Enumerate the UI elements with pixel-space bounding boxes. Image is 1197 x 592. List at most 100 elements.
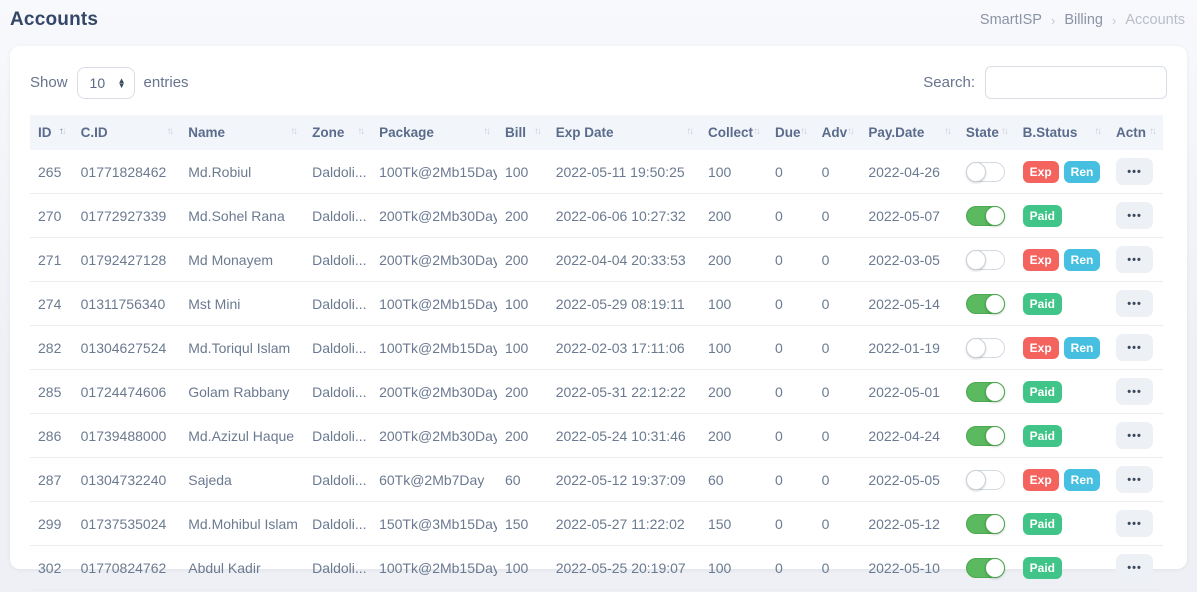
col-header-bstatus[interactable]: B.Status↑↓ [1015,115,1108,150]
cell-name: Md.Sohel Rana [180,194,304,238]
row-actions-button[interactable]: ••• [1116,422,1153,449]
cell-package: 200Tk@2Mb30Day [371,238,497,282]
status-badge: Exp [1023,469,1059,491]
cell-id: 302 [30,546,73,590]
cell-cid: 01304627524 [73,326,181,370]
table-toolbar: Show 10 ▲▼ entries Search: [30,66,1167,99]
col-header-cid[interactable]: C.ID↑↓ [73,115,181,150]
cell-pay-date: 2022-05-07 [860,194,957,238]
cell-due: 0 [767,458,814,502]
col-header-due[interactable]: Due↑↓ [767,115,814,150]
cell-id: 286 [30,414,73,458]
breadcrumb-smartisp[interactable]: SmartISP [980,12,1042,28]
row-actions-button[interactable]: ••• [1116,378,1153,405]
col-header-state[interactable]: State↑↓ [958,115,1015,150]
state-toggle[interactable] [966,206,1005,226]
cell-name: Mst Mini [180,282,304,326]
row-actions-button[interactable]: ••• [1116,158,1153,185]
col-header-package[interactable]: Package↑↓ [371,115,497,150]
state-toggle[interactable] [966,426,1005,446]
cell-collect: 200 [700,194,767,238]
cell-due: 0 [767,502,814,546]
renew-badge[interactable]: Ren [1064,337,1101,359]
renew-badge[interactable]: Ren [1064,161,1101,183]
state-toggle[interactable] [966,294,1005,314]
cell-adv: 0 [814,326,861,370]
cell-collect: 200 [700,238,767,282]
breadcrumb-billing[interactable]: Billing [1064,12,1103,28]
top-bar: Accounts SmartISP › Billing › Accounts [0,0,1197,31]
cell-bill: 200 [497,238,548,282]
col-header-exp-date[interactable]: Exp Date↑↓ [548,115,700,150]
cell-due: 0 [767,194,814,238]
toggle-knob [985,514,1005,534]
cell-exp-date: 2022-04-04 20:33:53 [548,238,700,282]
table-row: 299 01737535024 Md.Mohibul Islam Daldoli… [30,502,1163,546]
cell-zone: Daldoli... [304,282,371,326]
col-header-pay-date[interactable]: Pay.Date↑↓ [860,115,957,150]
cell-due: 0 [767,326,814,370]
cell-package: 200Tk@2Mb30Day [371,194,497,238]
cell-package: 200Tk@2Mb30Day [371,370,497,414]
cell-exp-date: 2022-05-29 08:19:11 [548,282,700,326]
cell-zone: Daldoli... [304,414,371,458]
toggle-knob [966,470,986,490]
col-header-name[interactable]: Name↑↓ [180,115,304,150]
search-input[interactable] [985,66,1167,99]
cell-package: 100Tk@2Mb15Day [371,546,497,590]
state-toggle[interactable] [966,162,1005,182]
toggle-knob [985,206,1005,226]
cell-id: 299 [30,502,73,546]
cell-adv: 0 [814,194,861,238]
col-header-id[interactable]: ID↑↓ [30,115,73,150]
page-size-select[interactable]: 10 ▲▼ [77,67,135,99]
cell-cid: 01739488000 [73,414,181,458]
cell-pay-date: 2022-05-10 [860,546,957,590]
renew-badge[interactable]: Ren [1064,469,1101,491]
cell-package: 100Tk@2Mb15Day [371,326,497,370]
col-header-actn[interactable]: Actn↑↓ [1108,115,1163,150]
cell-cid: 01792427128 [73,238,181,282]
col-header-bill[interactable]: Bill↑↓ [497,115,548,150]
state-toggle[interactable] [966,250,1005,270]
cell-pay-date: 2022-03-05 [860,238,957,282]
row-actions-button[interactable]: ••• [1116,290,1153,317]
cell-collect: 100 [700,282,767,326]
toggle-knob [966,250,986,270]
cell-pay-date: 2022-05-05 [860,458,957,502]
table-row: 286 01739488000 Md.Azizul Haque Daldoli.… [30,414,1163,458]
row-actions-button[interactable]: ••• [1116,554,1153,581]
cell-name: Sajeda [180,458,304,502]
row-actions-button[interactable]: ••• [1116,466,1153,493]
cell-adv: 0 [814,546,861,590]
show-label: Show [30,74,68,91]
state-toggle[interactable] [966,558,1005,578]
sort-icon: ↑↓ [1001,125,1007,137]
row-actions-button[interactable]: ••• [1116,510,1153,537]
page-title: Accounts [10,9,98,31]
row-actions-button[interactable]: ••• [1116,334,1153,361]
col-header-adv[interactable]: Adv↑↓ [814,115,861,150]
renew-badge[interactable]: Ren [1064,249,1101,271]
row-actions-button[interactable]: ••• [1116,246,1153,273]
col-header-collect[interactable]: Collect↑↓ [700,115,767,150]
row-actions-button[interactable]: ••• [1116,202,1153,229]
table-row: 274 01311756340 Mst Mini Daldoli... 100T… [30,282,1163,326]
breadcrumb-separator-icon: › [1051,13,1055,28]
cell-package: 150Tk@3Mb15Day [371,502,497,546]
table-row: 302 01770824762 Abdul Kadir Daldoli... 1… [30,546,1163,590]
cell-collect: 100 [700,546,767,590]
status-badge: Paid [1023,381,1062,403]
state-toggle[interactable] [966,338,1005,358]
cell-cid: 01311756340 [73,282,181,326]
state-toggle[interactable] [966,514,1005,534]
state-toggle[interactable] [966,470,1005,490]
col-header-zone[interactable]: Zone↑↓ [304,115,371,150]
cell-cid: 01772927339 [73,194,181,238]
state-toggle[interactable] [966,382,1005,402]
cell-name: Abdul Kadir [180,546,304,590]
cell-adv: 0 [814,282,861,326]
toggle-knob [966,162,986,182]
accounts-card: Show 10 ▲▼ entries Search: ID↑↓ C.ID↑↓ N… [10,46,1187,569]
cell-bill: 100 [497,326,548,370]
